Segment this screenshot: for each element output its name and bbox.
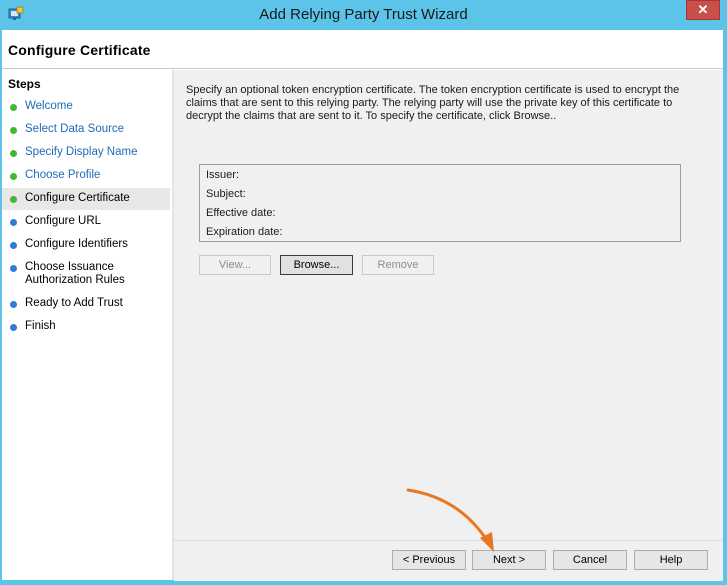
- wizard-client: Configure Certificate Steps Welcome Sele…: [2, 30, 723, 581]
- step-current-icon: [10, 196, 17, 203]
- cancel-button[interactable]: Cancel: [553, 550, 627, 570]
- steps-panel: Steps Welcome Select Data Source Specify…: [2, 70, 172, 580]
- annotation-arrow-icon: [406, 488, 494, 552]
- view-button[interactable]: View...: [199, 255, 271, 275]
- step-ready-to-add-trust: Ready to Add Trust: [2, 293, 170, 315]
- step-done-icon: [10, 173, 17, 180]
- step-finish: Finish: [2, 316, 170, 338]
- step-choose-profile[interactable]: Choose Profile: [2, 165, 170, 187]
- description-line: Specify an optional token encryption cer…: [186, 84, 680, 96]
- step-label: Select Data Source: [25, 123, 125, 135]
- step-label: Configure Certificate: [25, 192, 130, 204]
- step-configure-url: Configure URL: [2, 211, 170, 233]
- step-choose-issuance-authorization-rules: Choose Issuance Authorization Rules: [2, 257, 170, 293]
- step-label: Configure Identifiers: [25, 238, 128, 250]
- window-title: Add Relying Party Trust Wizard: [259, 6, 468, 23]
- description-line: decrypt the claims that are sent to it. …: [186, 110, 557, 122]
- step-configure-identifiers: Configure Identifiers: [2, 234, 170, 256]
- remove-button[interactable]: Remove: [362, 255, 434, 275]
- cert-issuer-label: Issuer:: [206, 169, 240, 181]
- wizard-window: Add Relying Party Trust Wizard ✕ Configu…: [0, 0, 727, 585]
- cert-expiration-date-label: Expiration date:: [206, 226, 283, 238]
- close-button[interactable]: ✕: [686, 0, 720, 20]
- step-pending-icon: [10, 301, 17, 308]
- description-text: Specify an optional token encryption cer…: [186, 84, 696, 123]
- step-done-icon: [10, 150, 17, 157]
- step-welcome[interactable]: Welcome: [2, 96, 170, 118]
- cert-subject-label: Subject:: [206, 188, 246, 200]
- step-specify-display-name[interactable]: Specify Display Name: [2, 142, 170, 164]
- step-label: Choose Issuance: [25, 261, 114, 273]
- step-pending-icon: [10, 265, 17, 272]
- step-configure-certificate: Configure Certificate: [2, 188, 170, 210]
- wizard-header: Configure Certificate: [2, 30, 723, 69]
- step-label: Choose Profile: [25, 169, 101, 181]
- page-title: Configure Certificate: [8, 42, 151, 58]
- step-pending-icon: [10, 324, 17, 331]
- step-done-icon: [10, 127, 17, 134]
- browse-button[interactable]: Browse...: [280, 255, 353, 275]
- help-button[interactable]: Help: [634, 550, 708, 570]
- cert-effective-date-label: Effective date:: [206, 207, 276, 219]
- step-done-icon: [10, 104, 17, 111]
- step-label: Welcome: [25, 100, 73, 112]
- step-label: Ready to Add Trust: [25, 297, 123, 309]
- steps-heading: Steps: [8, 77, 41, 91]
- step-label: Finish: [25, 320, 56, 332]
- title-bar: Add Relying Party Trust Wizard ✕: [0, 0, 727, 30]
- step-label: Configure URL: [25, 215, 102, 227]
- description-line: claims that are sent to this relying par…: [186, 97, 673, 109]
- step-label-line2: Authorization Rules: [25, 274, 125, 286]
- step-label: Specify Display Name: [25, 146, 138, 158]
- step-pending-icon: [10, 242, 17, 249]
- main-panel: Specify an optional token encryption cer…: [174, 70, 723, 540]
- certificate-details-box: Issuer: Subject: Effective date: Expirat…: [199, 164, 681, 242]
- step-select-data-source[interactable]: Select Data Source: [2, 119, 170, 141]
- step-pending-icon: [10, 219, 17, 226]
